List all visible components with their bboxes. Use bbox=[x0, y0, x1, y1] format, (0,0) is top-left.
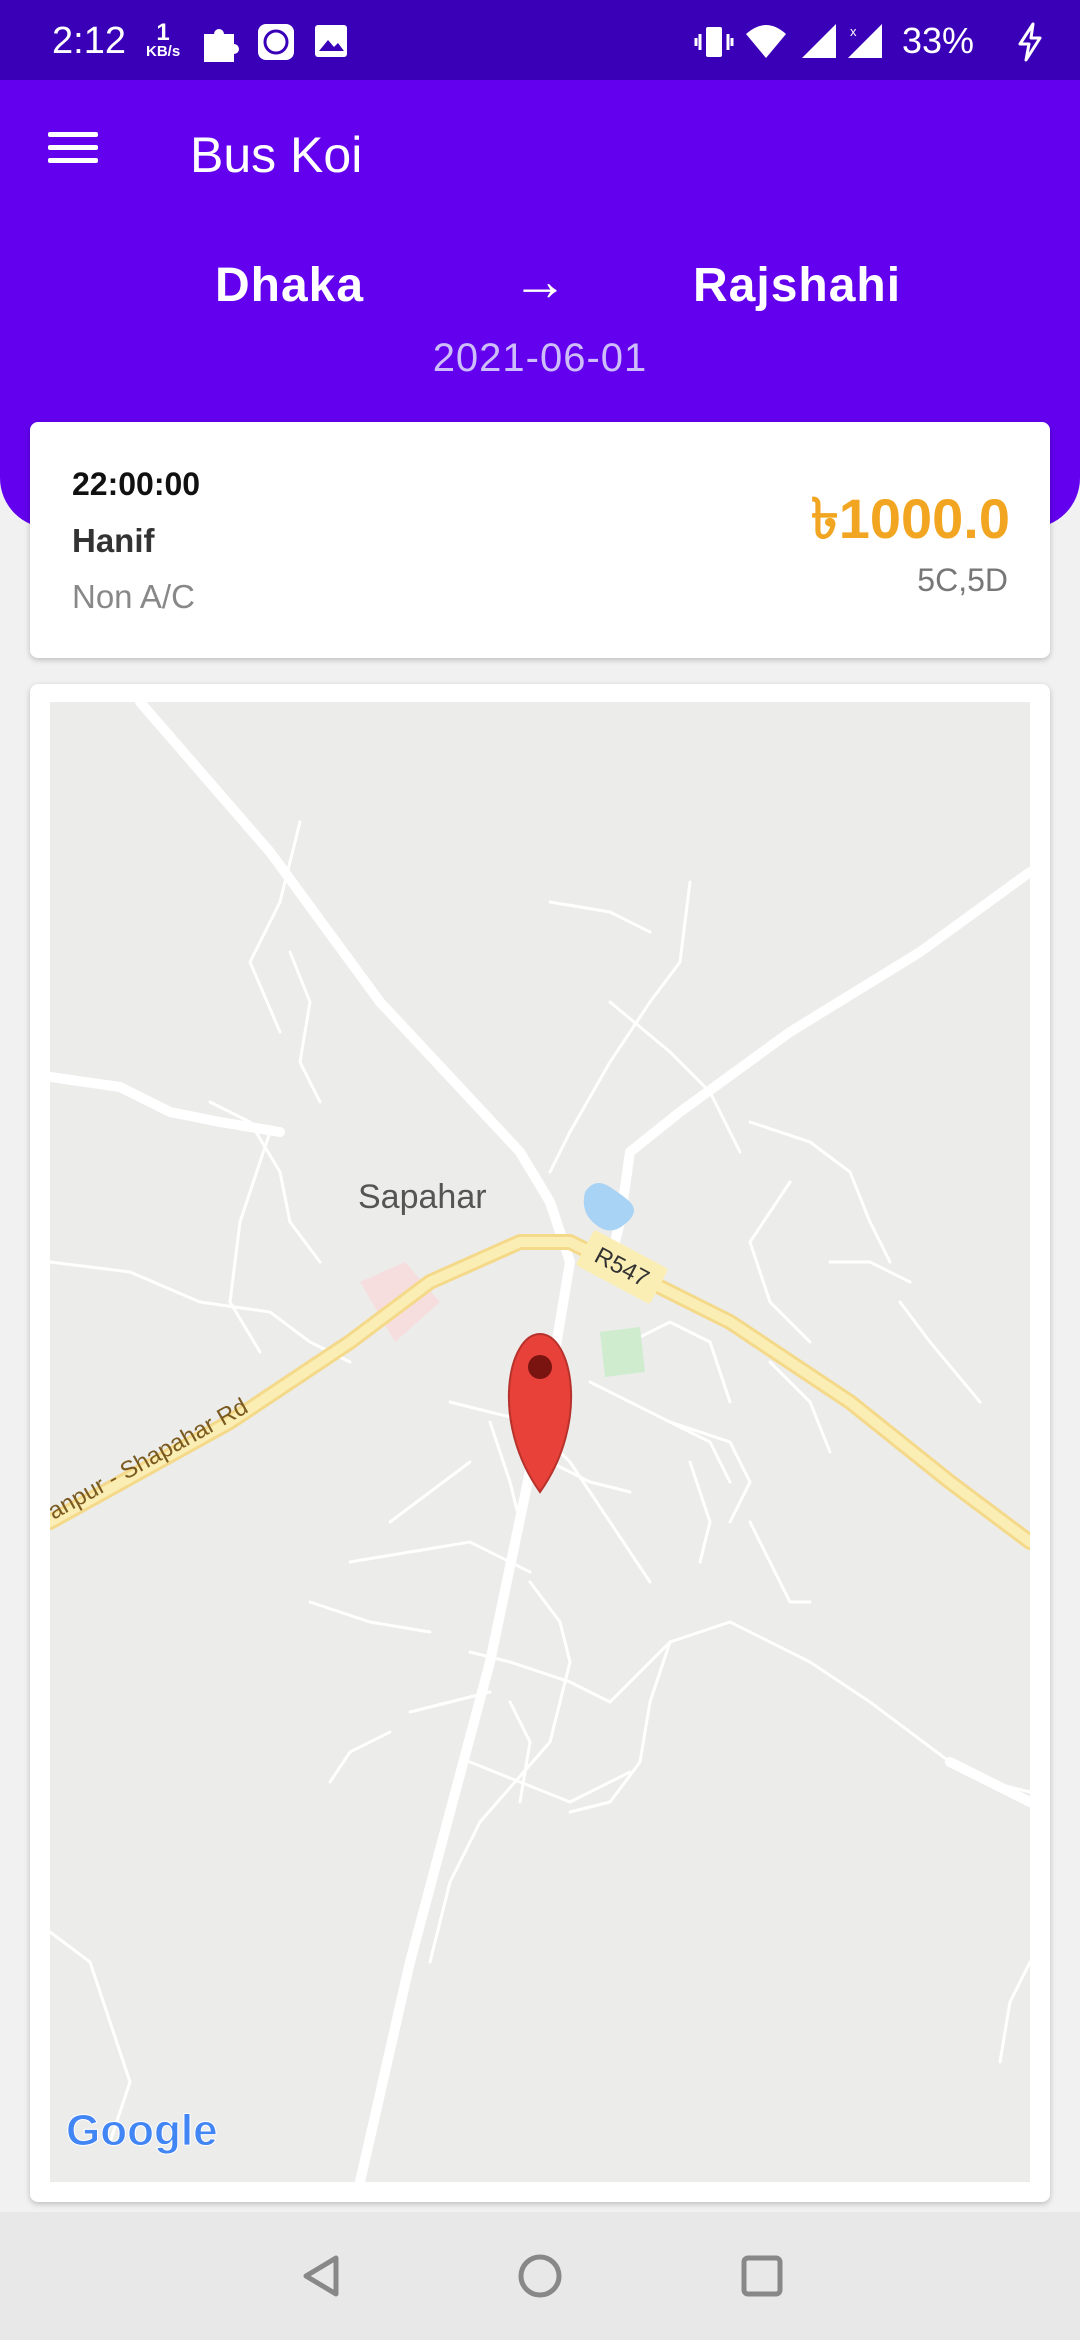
travel-date: 2021-06-01 bbox=[432, 336, 648, 380]
menu-button[interactable] bbox=[40, 124, 100, 184]
town-label: Sapahar bbox=[358, 1178, 487, 1216]
destination-city: Rajshahi bbox=[693, 259, 902, 312]
bus-type: Non A/C bbox=[72, 578, 195, 615]
seat-numbers: 5C,5D bbox=[917, 562, 1008, 598]
hamburger-icon-line bbox=[48, 158, 98, 163]
map-view[interactable]: R547 anpur - Shapahar Rd Sapahar Google bbox=[50, 702, 1030, 2182]
trip-card[interactable]: 22:00:00 Hanif Non A/C ৳1000.0 5C,5D bbox=[30, 422, 1050, 658]
battery-percent: 33% bbox=[902, 20, 975, 61]
hamburger-icon bbox=[48, 132, 98, 137]
network-speed: 1 KB/s bbox=[146, 19, 181, 60]
status-bar: 2:12 1 KB/s x 33% bbox=[0, 0, 1080, 80]
wifi-icon bbox=[746, 25, 786, 58]
puzzle-icon bbox=[204, 29, 239, 62]
signal-2-icon: x bbox=[848, 24, 882, 58]
bus-operator: Hanif bbox=[72, 522, 155, 559]
map-card: R547 anpur - Shapahar Rd Sapahar Google bbox=[30, 684, 1050, 2202]
park-area bbox=[600, 1327, 645, 1377]
origin-city: Dhaka bbox=[215, 259, 365, 312]
image-icon bbox=[315, 25, 347, 57]
google-attribution: Google bbox=[66, 2106, 218, 2155]
charging-icon bbox=[1018, 22, 1042, 62]
hamburger-icon-line bbox=[48, 145, 98, 150]
signal-icon bbox=[802, 24, 836, 58]
network-speed-unit: KB/s bbox=[146, 43, 181, 60]
route-arrow-icon: → bbox=[512, 249, 568, 312]
map-canvas[interactable]: R547 anpur - Shapahar Rd Sapahar Google bbox=[50, 702, 1030, 2182]
recents-square-icon[interactable] bbox=[734, 2248, 790, 2304]
svg-text:x: x bbox=[850, 24, 857, 39]
departure-time: 22:00:00 bbox=[72, 466, 201, 502]
network-speed-value: 1 bbox=[156, 19, 170, 46]
vibrate-icon bbox=[694, 27, 734, 57]
system-nav-bar bbox=[0, 2212, 1080, 2340]
mi-app-icon bbox=[258, 24, 294, 60]
status-time: 2:12 bbox=[52, 20, 126, 62]
home-circle-icon[interactable] bbox=[512, 2248, 568, 2304]
app-title: Bus Koi bbox=[190, 127, 363, 183]
back-triangle-icon[interactable] bbox=[294, 2248, 350, 2304]
ticket-price: ৳1000.0 bbox=[810, 487, 1010, 550]
app-bar: Bus Koi bbox=[0, 80, 1080, 228]
